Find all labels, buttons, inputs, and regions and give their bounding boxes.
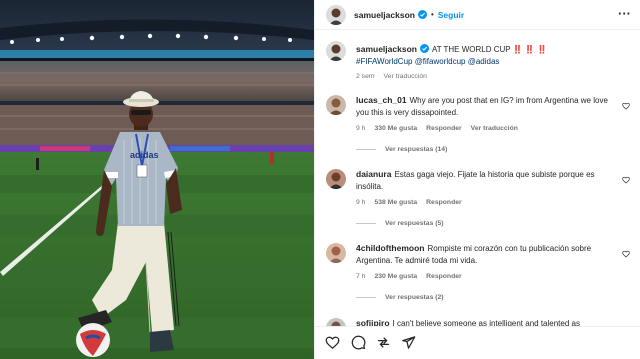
- caption-text: AT THE WORLD CUP: [431, 45, 511, 54]
- comment-item: lucas_ch_01 Why are you post that en IG? …: [326, 95, 632, 163]
- caption-hashtags[interactable]: #FIFAWorldCup @fifaworldcup @adidas: [356, 56, 611, 68]
- post-actions-bar: [315, 326, 640, 359]
- heart-icon[interactable]: [622, 102, 630, 110]
- comment-likes[interactable]: 330 Me gusta: [374, 125, 417, 132]
- view-replies-label: Ver respuestas (14): [385, 146, 448, 153]
- comment-time[interactable]: 9 h: [356, 199, 365, 206]
- caption-username[interactable]: samueljackson: [356, 44, 417, 54]
- comment-username[interactable]: lucas_ch_01: [356, 95, 407, 105]
- comment-translate-link[interactable]: Ver traducción: [471, 125, 518, 132]
- comment-avatar[interactable]: [326, 169, 346, 189]
- reply-button[interactable]: Responder: [426, 273, 462, 280]
- follow-button[interactable]: Seguir: [438, 10, 464, 20]
- comment-time[interactable]: 9 h: [356, 125, 365, 132]
- comment-username[interactable]: 4childofthemoon: [356, 243, 424, 253]
- comment-avatar[interactable]: [326, 243, 346, 263]
- post-caption: samueljackson AT THE WORLD CUP ‼️ ‼️ ‼️ #…: [326, 41, 632, 81]
- view-replies-link[interactable]: Ver respuestas (2): [356, 294, 444, 301]
- svg-text:adidas: adidas: [130, 150, 159, 160]
- share-icon[interactable]: [376, 335, 391, 350]
- post-side-panel: samueljackson • Seguir ··· samueljackson…: [314, 0, 640, 359]
- separator-dot: •: [430, 10, 434, 19]
- comment-item: 4childofthemoon Rompiste mi corazón con t…: [326, 243, 632, 309]
- comment-item: daianura Estas gaga viejo. Fijate la hist…: [326, 169, 632, 235]
- verified-icon: [417, 10, 427, 19]
- view-replies-label: Ver respuestas (5): [385, 220, 444, 227]
- caption-avatar[interactable]: [326, 41, 346, 61]
- caption-time[interactable]: 2 sem: [356, 73, 375, 80]
- heart-icon[interactable]: [622, 176, 630, 184]
- caption-translate-link[interactable]: Ver traducción: [384, 73, 427, 80]
- post-header: samueljackson • Seguir ···: [315, 0, 640, 30]
- heart-icon[interactable]: [622, 250, 630, 258]
- stadium-photo-image: adidas: [0, 0, 314, 359]
- view-replies-label: Ver respuestas (2): [385, 294, 444, 301]
- comment-likes[interactable]: 230 Me gusta: [374, 273, 417, 280]
- author-username[interactable]: samueljackson: [354, 10, 415, 20]
- reply-button[interactable]: Responder: [426, 125, 462, 132]
- more-options-icon[interactable]: ···: [618, 7, 631, 21]
- send-icon[interactable]: [401, 335, 416, 350]
- comment-icon[interactable]: [351, 335, 366, 350]
- verified-icon: [419, 44, 429, 53]
- comment-time[interactable]: 7 h: [356, 273, 365, 280]
- reply-button[interactable]: Responder: [426, 199, 462, 206]
- heart-icon[interactable]: [325, 335, 340, 350]
- post-photo[interactable]: adidas: [0, 0, 314, 359]
- author-avatar[interactable]: [326, 4, 346, 25]
- comment-username[interactable]: daianura: [356, 169, 391, 179]
- view-replies-link[interactable]: Ver respuestas (14): [356, 146, 447, 153]
- comment-text: Estas gaga viejo. Fijate la historia que…: [356, 170, 595, 191]
- view-replies-link[interactable]: Ver respuestas (5): [356, 220, 444, 227]
- caption-emoji: ‼️ ‼️ ‼️: [512, 45, 548, 54]
- comment-avatar[interactable]: [326, 95, 346, 115]
- comment-likes[interactable]: 538 Me gusta: [374, 199, 417, 206]
